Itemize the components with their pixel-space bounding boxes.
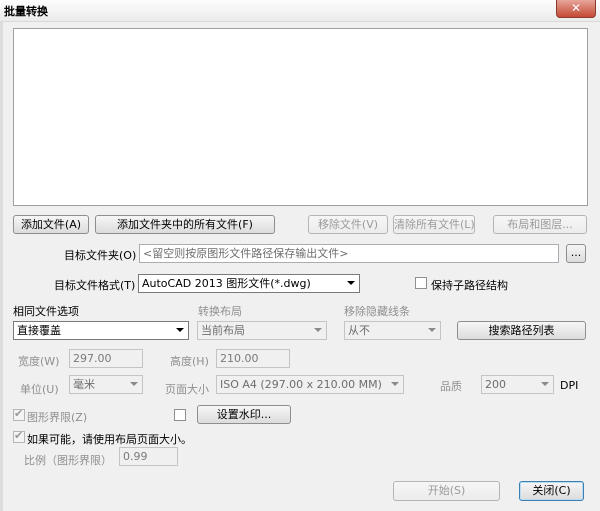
start-button[interactable]: 开始(S) — [393, 481, 500, 501]
unit-value: 毫米 — [73, 378, 95, 391]
file-list[interactable] — [13, 28, 588, 206]
same-file-option-value: 直接覆盖 — [17, 324, 61, 337]
check-icon: ✔ — [14, 407, 24, 420]
chevron-down-icon — [130, 382, 138, 386]
watermark-checkbox[interactable] — [174, 409, 186, 421]
remove-hidden-lines-value: 从不 — [348, 324, 370, 337]
unit-select[interactable]: 毫米 — [69, 375, 143, 394]
target-format-label: 目标文件格式(T) — [54, 279, 136, 292]
quality-label: 品质 — [440, 380, 462, 393]
drawing-limits-label: 图形界限(Z) — [27, 411, 88, 424]
width-input[interactable]: 297.00 — [69, 349, 143, 368]
set-watermark-button[interactable]: 设置水印... — [197, 405, 291, 424]
target-format-select[interactable]: AutoCAD 2013 图形文件(*.dwg) — [138, 274, 360, 293]
remove-file-button[interactable]: 移除文件(V) — [308, 215, 388, 234]
remove-hidden-lines-select[interactable]: 从不 — [344, 321, 441, 340]
quality-select[interactable]: 200 — [481, 375, 554, 394]
chevron-down-icon — [314, 328, 322, 332]
width-label: 宽度(W) — [18, 355, 60, 368]
use-layout-size-label: 如果可能，请使用布局页面大小。 — [27, 433, 192, 446]
unit-label: 单位(U) — [20, 383, 59, 396]
keep-subpath-label: 保持子路径结构 — [431, 279, 508, 292]
window-left-edge — [0, 22, 3, 511]
convert-layout-label: 转换布局 — [198, 305, 242, 318]
chevron-down-icon — [541, 382, 549, 386]
height-input[interactable]: 210.00 — [216, 349, 290, 368]
quality-value: 200 — [485, 378, 506, 391]
add-folder-files-button[interactable]: 添加文件夹中的所有文件(F) — [95, 215, 275, 234]
window-title: 批量转换 — [4, 5, 48, 18]
drawing-limits-checkbox[interactable]: ✔ — [13, 407, 25, 421]
title-bar — [0, 0, 600, 22]
page-size-label: 页面大小 — [165, 383, 209, 396]
clear-all-files-button[interactable]: 清除所有文件(L) — [393, 215, 475, 234]
layouts-layers-button[interactable]: 布局和图层... — [493, 215, 587, 234]
same-file-option-select[interactable]: 直接覆盖 — [13, 321, 189, 340]
dpi-label: DPI — [560, 379, 579, 392]
scale-label: 比例（图形界限） — [24, 454, 112, 467]
add-file-button[interactable]: 添加文件(A) — [13, 215, 89, 234]
chevron-down-icon — [428, 328, 436, 332]
target-folder-input[interactable]: <留空则按原图形文件路径保存输出文件> — [139, 244, 559, 263]
chevron-down-icon — [391, 382, 399, 386]
close-icon: ✕ — [570, 1, 582, 15]
scale-input[interactable]: 0.99 — [119, 447, 178, 466]
target-folder-placeholder: <留空则按原图形文件路径保存输出文件> — [143, 247, 349, 260]
close-button[interactable]: 关闭(C) — [519, 481, 584, 501]
close-window-button[interactable]: ✕ — [556, 0, 596, 18]
height-label: 高度(H) — [170, 355, 209, 368]
chevron-down-icon — [176, 328, 184, 332]
remove-hidden-lines-label: 移除隐藏线条 — [344, 305, 410, 318]
same-file-option-label: 相同文件选项 — [13, 305, 79, 318]
check-icon: ✔ — [14, 429, 24, 442]
page-size-value: ISO A4 (297.00 x 210.00 MM) — [220, 378, 382, 391]
browse-folder-button[interactable]: ... — [566, 244, 586, 263]
chevron-down-icon — [347, 281, 355, 285]
use-layout-size-checkbox[interactable]: ✔ — [13, 429, 25, 443]
target-folder-label: 目标文件夹(O) — [64, 249, 137, 262]
search-path-list-button[interactable]: 搜索路径列表 — [457, 321, 586, 340]
convert-layout-value: 当前布局 — [201, 324, 245, 337]
convert-layout-select[interactable]: 当前布局 — [197, 321, 327, 340]
target-format-value: AutoCAD 2013 图形文件(*.dwg) — [142, 277, 311, 290]
page-size-select[interactable]: ISO A4 (297.00 x 210.00 MM) — [216, 375, 404, 394]
keep-subpath-checkbox[interactable] — [415, 277, 427, 289]
